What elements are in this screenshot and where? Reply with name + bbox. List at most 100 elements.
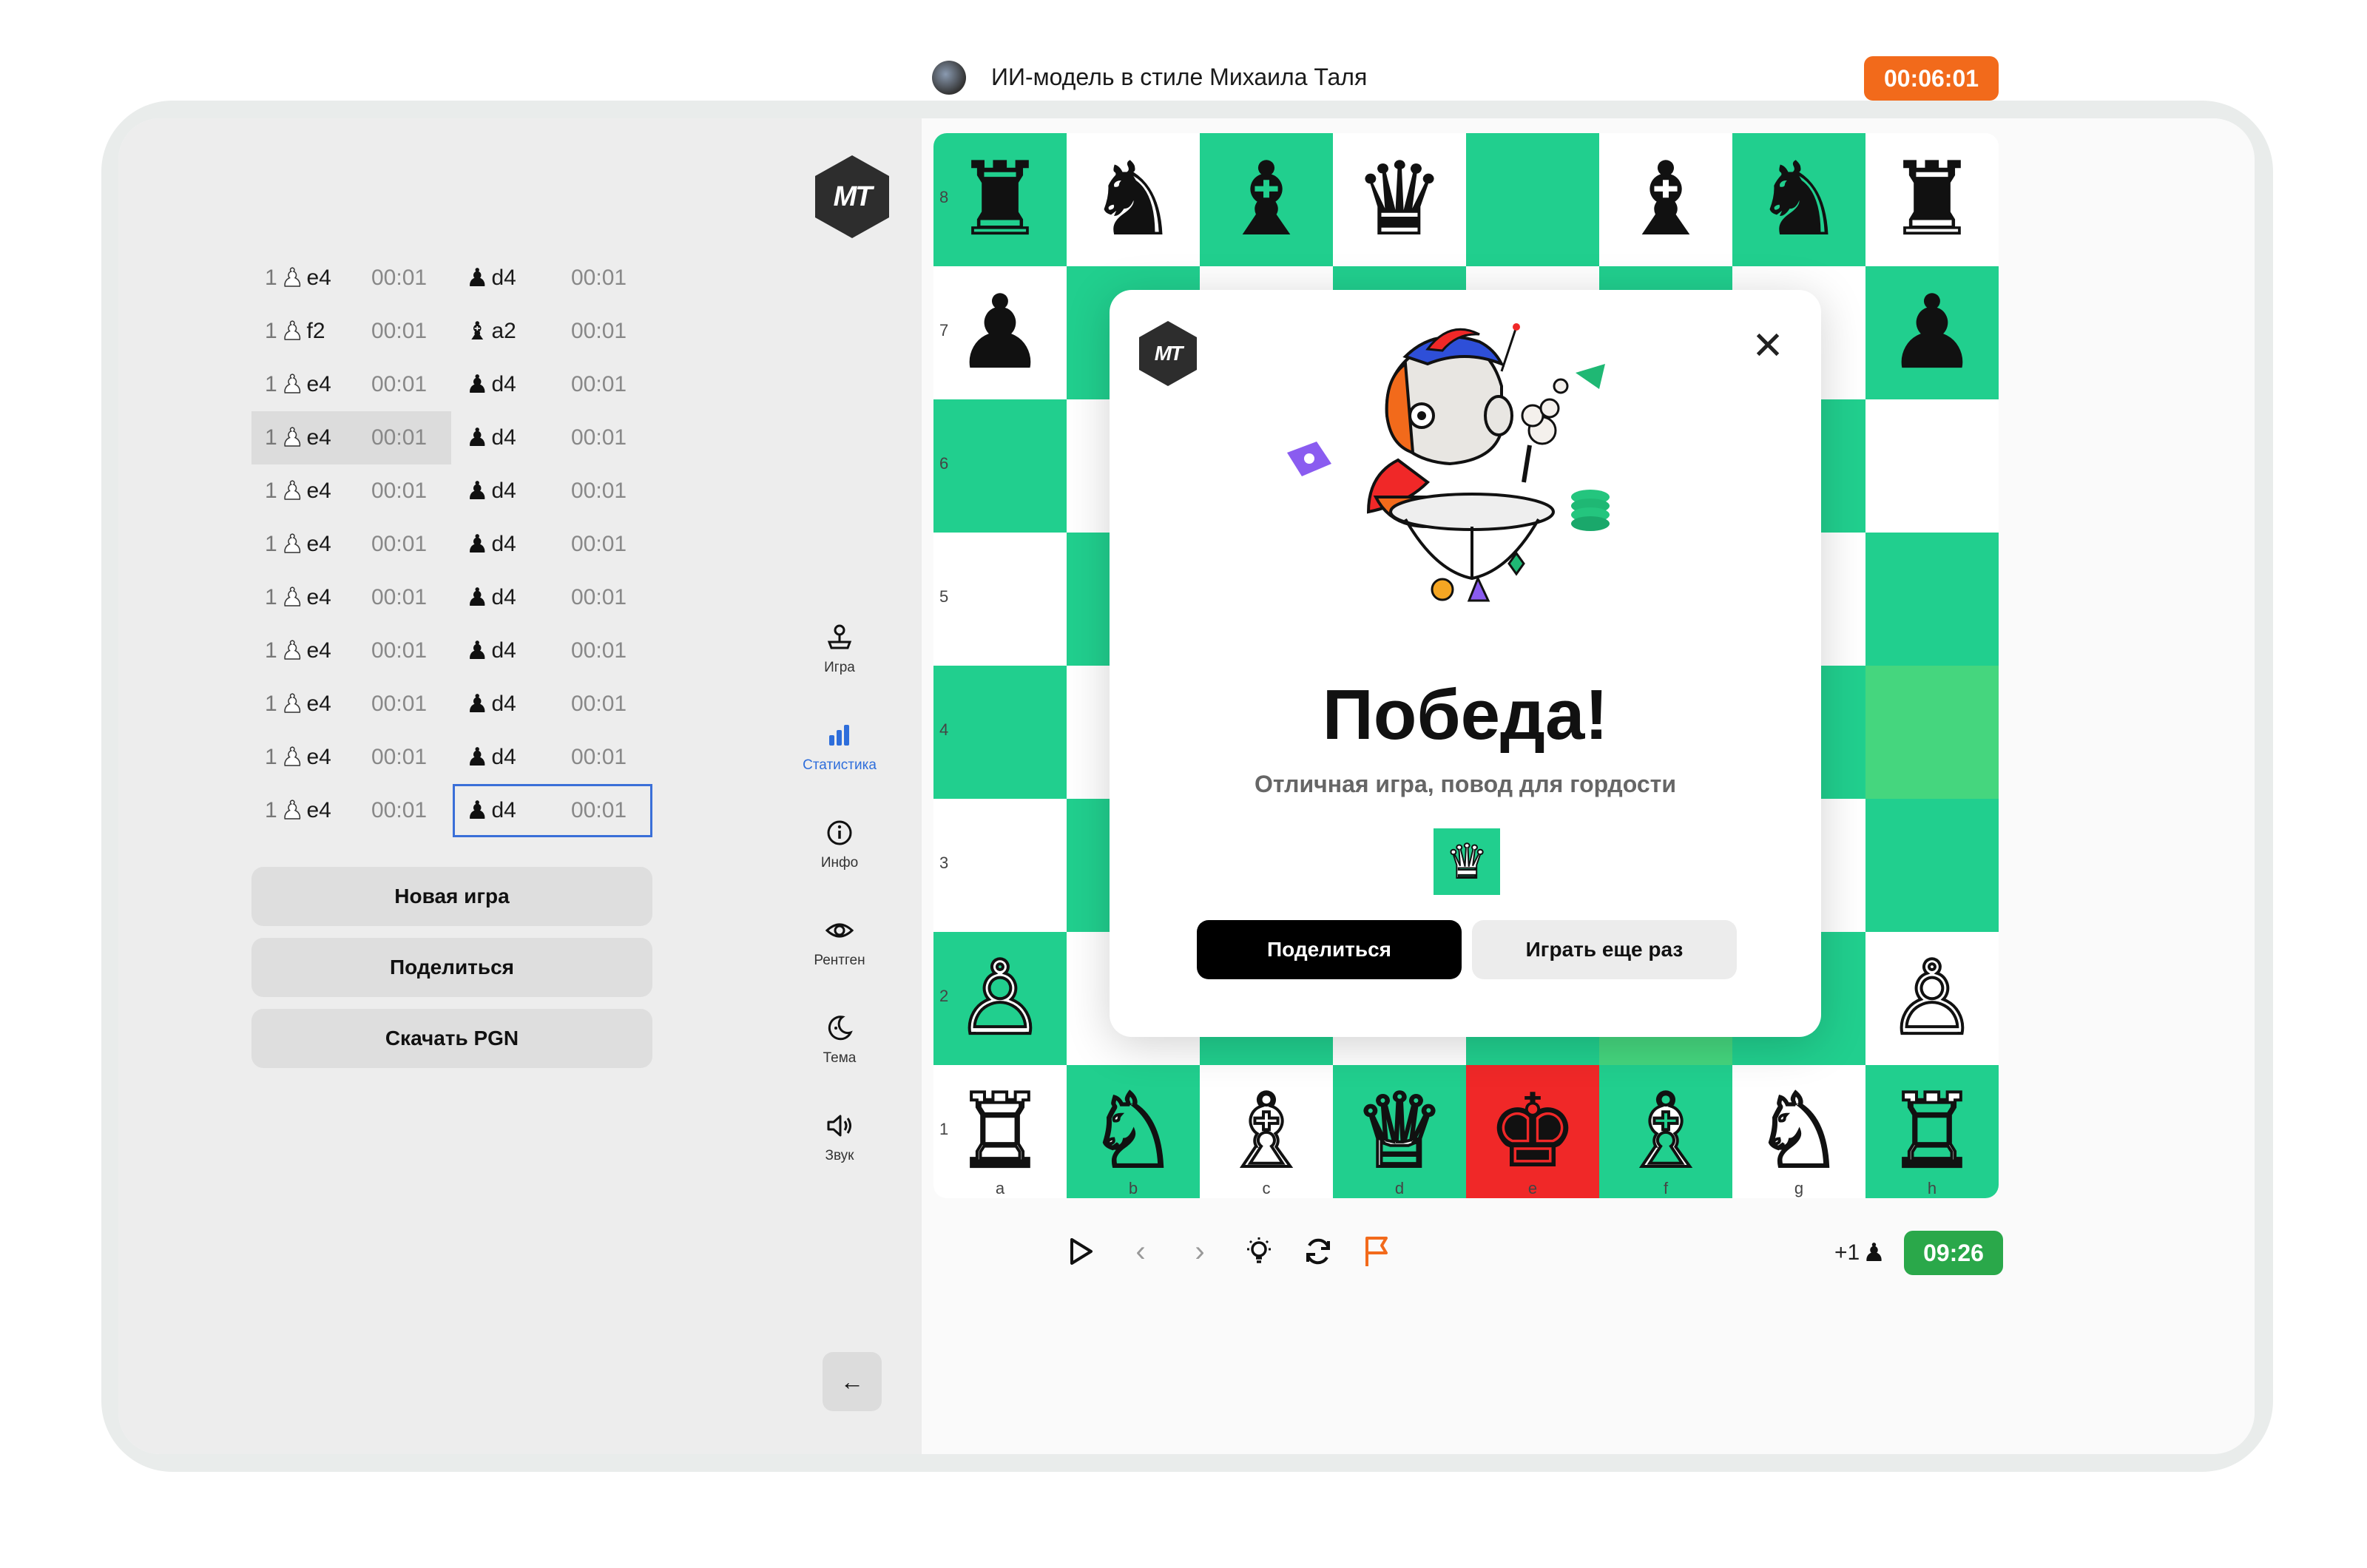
move-row[interactable]: 1 ♟ e4 00:01 ♟ d4 00:01 <box>251 358 666 411</box>
download-pgn-button[interactable]: Скачать PGN <box>251 1009 652 1068</box>
nav-item-eye[interactable]: Рентген <box>791 908 888 969</box>
flag-icon[interactable] <box>1355 1229 1399 1274</box>
move-row[interactable]: 1 ♟ e4 00:01 ♟ d4 00:01 <box>251 411 666 464</box>
share-button[interactable]: Поделиться <box>251 938 652 997</box>
square-h5[interactable] <box>1865 533 1999 666</box>
black-move[interactable]: ♟ d4 <box>466 784 516 837</box>
white-move[interactable]: ♟ e4 <box>280 624 331 677</box>
square-h4[interactable] <box>1865 666 1999 799</box>
square-a1[interactable]: 1 a ♖ <box>933 1065 1067 1198</box>
square-g8[interactable]: ♞ <box>1732 133 1865 266</box>
white-move[interactable]: ♟ e4 <box>280 358 331 411</box>
refresh-icon[interactable] <box>1296 1229 1340 1274</box>
square-h6[interactable] <box>1865 399 1999 533</box>
square-a6[interactable]: 6 <box>933 399 1067 533</box>
black-move[interactable]: ♟ d4 <box>466 358 516 411</box>
move-row[interactable]: 1 ♟ e4 00:01 ♟ d4 00:01 <box>251 784 666 837</box>
move-row[interactable]: 1 ♟ e4 00:01 ♟ d4 00:01 <box>251 677 666 731</box>
chevron-left-icon[interactable]: ‹ <box>1118 1229 1163 1274</box>
black-knight-icon[interactable]: ♞ <box>1753 149 1845 251</box>
square-a8[interactable]: 8 ♜ <box>933 133 1067 266</box>
move-row[interactable]: 1 ♟ e4 00:01 ♟ d4 00:01 <box>251 624 666 677</box>
square-d8[interactable]: ♛ <box>1333 133 1466 266</box>
move-row[interactable]: 1 ♟ e4 00:01 ♟ d4 00:01 <box>251 518 666 571</box>
black-bishop-icon[interactable]: ♝ <box>1220 149 1312 251</box>
nav-item-speaker[interactable]: Звук <box>791 1104 888 1164</box>
black-move[interactable]: ♟ d4 <box>466 731 516 784</box>
black-move[interactable]: ♟ d4 <box>466 518 516 571</box>
white-knight-icon[interactable]: ♘ <box>1752 1079 1846 1184</box>
white-move[interactable]: ♟ e4 <box>280 784 331 837</box>
move-row[interactable]: 1 ♟ e4 00:01 ♟ d4 00:01 <box>251 251 666 305</box>
black-king-icon[interactable]: ♚ <box>1487 1081 1578 1183</box>
square-a4[interactable]: 4 <box>933 666 1067 799</box>
white-move[interactable]: ♟ e4 <box>280 677 331 731</box>
nav-item-info[interactable]: Инфо <box>791 811 888 871</box>
square-b8[interactable]: ♞ <box>1067 133 1200 266</box>
white-rook-icon[interactable]: ♖ <box>1885 1079 1979 1184</box>
white-rook-icon[interactable]: ♖ <box>953 1079 1047 1184</box>
square-e1[interactable]: e ♚ <box>1466 1065 1599 1198</box>
square-h3[interactable] <box>1865 799 1999 932</box>
modal-share-button[interactable]: Поделиться <box>1197 920 1462 979</box>
square-a3[interactable]: 3 <box>933 799 1067 932</box>
black-move[interactable]: ♟ d4 <box>466 464 516 518</box>
black-move[interactable]: ♟ d4 <box>466 677 516 731</box>
nav-item-joystick[interactable]: Игра <box>791 615 888 676</box>
square-a2[interactable]: 2 ♙ <box>933 932 1067 1065</box>
white-knight-icon[interactable]: ♘ <box>1086 1079 1181 1184</box>
chevron-right-icon[interactable]: › <box>1178 1229 1222 1274</box>
square-h1[interactable]: h ♖ <box>1865 1065 1999 1198</box>
black-move[interactable]: ♟ d4 <box>466 624 516 677</box>
white-bishop-icon[interactable]: ♗ <box>1219 1079 1314 1184</box>
black-queen-icon[interactable]: ♛ <box>1354 149 1445 251</box>
square-h2[interactable]: ♙ <box>1865 932 1999 1065</box>
black-pawn-icon[interactable]: ♟ <box>954 282 1046 384</box>
white-pawn-icon[interactable]: ♙ <box>953 946 1047 1051</box>
white-move[interactable]: ♟ f2 <box>280 305 325 358</box>
square-h8[interactable]: ♜ <box>1865 133 1999 266</box>
square-c1[interactable]: c ♗ <box>1200 1065 1333 1198</box>
move-row[interactable]: 1 ♟ e4 00:01 ♟ d4 00:01 <box>251 571 666 624</box>
square-f1[interactable]: f ♗ <box>1599 1065 1732 1198</box>
black-move[interactable]: ♟ d4 <box>466 571 516 624</box>
black-move[interactable]: ♝ a2 <box>466 305 516 358</box>
black-move[interactable]: ♟ d4 <box>466 411 516 464</box>
black-rook-icon[interactable]: ♜ <box>1886 149 1978 251</box>
white-move[interactable]: ♟ e4 <box>280 518 331 571</box>
white-queen-icon[interactable]: ♕ <box>1352 1079 1447 1184</box>
white-move[interactable]: ♟ e4 <box>280 571 331 624</box>
nav-item-bar-chart[interactable]: Статистика <box>791 713 888 774</box>
black-bishop-icon[interactable]: ♝ <box>1620 149 1712 251</box>
close-icon[interactable]: ✕ <box>1746 324 1790 368</box>
move-row[interactable]: 1 ♟ e4 00:01 ♟ d4 00:01 <box>251 731 666 784</box>
black-rook-icon[interactable]: ♜ <box>954 149 1046 251</box>
black-move[interactable]: ♟ d4 <box>466 251 516 305</box>
move-row[interactable]: 1 ♟ e4 00:01 ♟ d4 00:01 <box>251 464 666 518</box>
square-b1[interactable]: b ♘ <box>1067 1065 1200 1198</box>
square-h7[interactable]: ♟ <box>1865 266 1999 399</box>
black-pawn-icon: ♟ <box>466 637 489 665</box>
square-f8[interactable]: ♝ <box>1599 133 1732 266</box>
move-row[interactable]: 1 ♟ f2 00:01 ♝ a2 00:01 <box>251 305 666 358</box>
white-pawn-icon[interactable]: ♙ <box>1885 946 1979 1051</box>
square-g1[interactable]: g ♘ <box>1732 1065 1865 1198</box>
nav-item-moon[interactable]: Тема <box>791 1006 888 1067</box>
square-c8[interactable]: ♝ <box>1200 133 1333 266</box>
square-a5[interactable]: 5 <box>933 533 1067 666</box>
back-button[interactable]: ← <box>823 1352 882 1411</box>
square-d1[interactable]: d ♕ <box>1333 1065 1466 1198</box>
lightbulb-icon[interactable] <box>1237 1229 1281 1274</box>
white-move[interactable]: ♟ e4 <box>280 731 331 784</box>
black-pawn-icon[interactable]: ♟ <box>1886 282 1978 384</box>
white-move[interactable]: ♟ e4 <box>280 251 331 305</box>
square-a7[interactable]: 7 ♟ <box>933 266 1067 399</box>
play-icon[interactable] <box>1059 1229 1104 1274</box>
white-move[interactable]: ♟ e4 <box>280 411 331 464</box>
white-bishop-icon[interactable]: ♗ <box>1618 1079 1713 1184</box>
square-e8[interactable] <box>1466 133 1599 266</box>
play-again-button[interactable]: Играть еще раз <box>1472 920 1737 979</box>
new-game-button[interactable]: Новая игра <box>251 867 652 926</box>
black-knight-icon[interactable]: ♞ <box>1087 149 1179 251</box>
white-move[interactable]: ♟ e4 <box>280 464 331 518</box>
